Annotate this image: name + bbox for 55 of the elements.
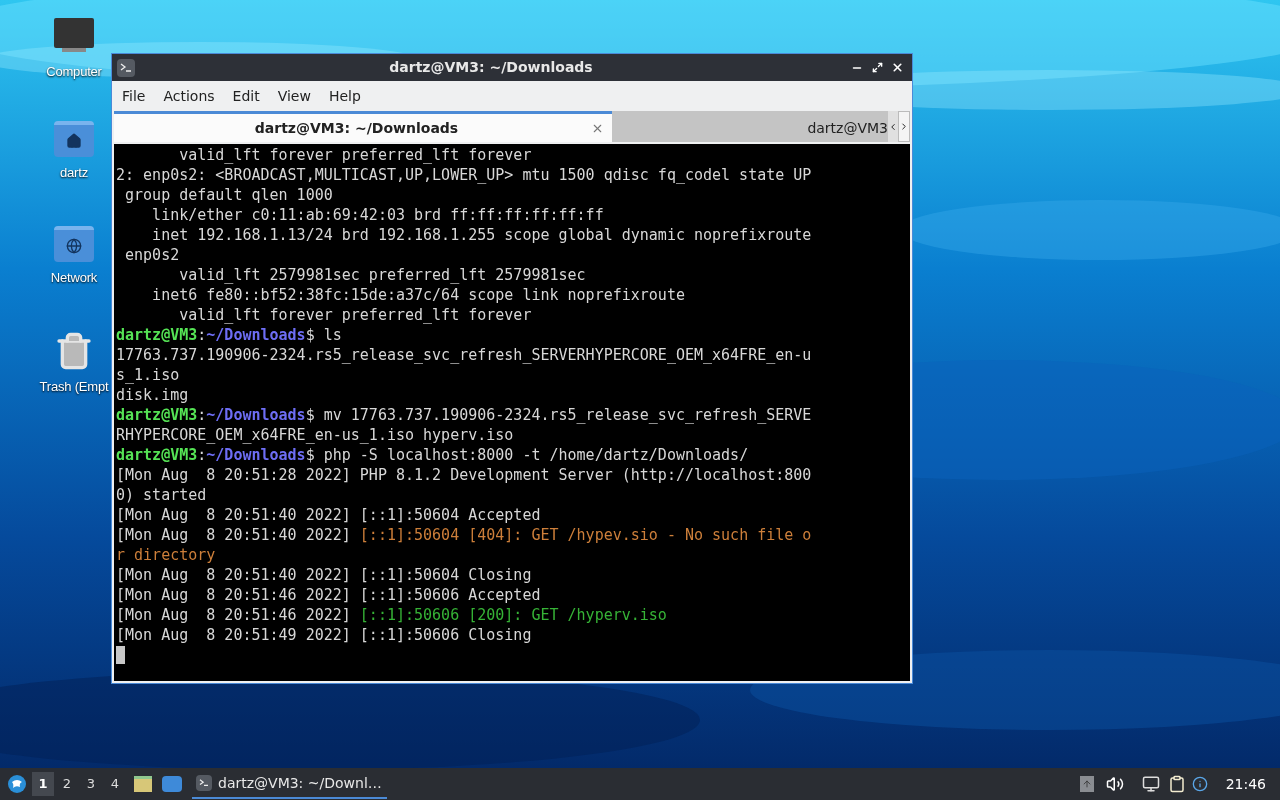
terminal-line: dartz@VM3:~/Downloads$ ls xyxy=(116,325,342,345)
workspace-button[interactable]: 2 xyxy=(56,772,78,796)
maximize-icon xyxy=(871,62,883,73)
volume-icon[interactable] xyxy=(1105,775,1124,793)
terminal-line: [Mon Aug 8 20:51:40 2022] [::1]:50604 Closing xyxy=(116,565,532,585)
terminal-line: 17763.737.190906-2324.rs5_release_svc_refresh_SERVERHYPERCORE_OEM_x64FRE_en-u xyxy=(116,345,812,365)
terminal-line: enp0s2 xyxy=(124,245,180,265)
terminal-line: RHYPERCORE_OEM_x64FRE_en-us_1.iso hyperv.iso xyxy=(116,425,514,445)
terminal-icon xyxy=(196,775,212,791)
terminal-line: valid_lft forever preferred_lft forever xyxy=(178,305,532,325)
clipboard-icon[interactable] xyxy=(1167,775,1186,793)
tab[interactable]: dartz@VM3 xyxy=(612,111,888,142)
menu-item[interactable]: Actions xyxy=(156,85,222,107)
desktop-icon-label[interactable]: Trash (Empt xyxy=(39,377,109,397)
menu-item[interactable]: Help xyxy=(321,85,368,107)
terminal-line: [Mon Aug 8 20:51:40 2022] [::1]:50604 [404]: GET /hypev.sio - No such file o xyxy=(116,525,812,545)
terminal-line: inet6 fe80::bf52:38fc:15de:a37c/64 scope link noprefixroute xyxy=(151,285,685,305)
close-icon xyxy=(890,61,904,74)
terminal-line: 2: enp0s2: <BROADCAST,MULTICAST,UP,LOWER_UP> mtu 1500 qdisc fq_codel state UP xyxy=(116,165,812,185)
terminal-line: 0) started xyxy=(116,485,207,505)
window-title: dartz@VM3: ~/Downloads xyxy=(388,58,594,77)
terminal-line: valid_lft 2579981sec preferred_lft 2579981sec xyxy=(178,265,586,285)
terminal-line: link/ether c0:11:ab:69:42:03 brd ff:ff:ff:ff:ff:ff xyxy=(151,205,604,225)
chevron-left-icon xyxy=(888,121,898,132)
terminal-line: [Mon Aug 8 20:51:46 2022] [::1]:50606 Accepted xyxy=(116,585,541,605)
terminal-line: r directory xyxy=(116,545,216,565)
workspace-button[interactable]: 1 xyxy=(32,772,54,796)
terminal-line: group default qlen 1000 xyxy=(124,185,333,205)
terminal-line: valid_lft forever preferred_lft forever xyxy=(178,145,532,165)
terminal-line: disk.img xyxy=(116,385,189,405)
terminal-line: [Mon Aug 8 20:51:49 2022] [::1]:50606 Closing xyxy=(116,625,532,645)
clock[interactable]: 21:46 xyxy=(1225,773,1266,795)
window-icon[interactable] xyxy=(162,776,182,792)
desktop-icon-label[interactable]: Network xyxy=(50,268,98,288)
terminal-line: [Mon Aug 8 20:51:40 2022] [::1]:50604 Accepted xyxy=(116,505,541,525)
terminal-line: s_1.iso xyxy=(116,365,180,385)
menu-item[interactable]: View xyxy=(270,85,318,107)
menu-item[interactable]: File xyxy=(115,85,153,107)
terminal-line: [Mon Aug 8 20:51:28 2022] PHP 8.1.2 Development Server (http://localhost:800 xyxy=(116,465,812,485)
tray-up-icon[interactable] xyxy=(1079,776,1094,792)
home-folder-icon xyxy=(54,121,94,157)
network-folder-icon xyxy=(54,226,94,262)
terminal-output[interactable] xyxy=(114,144,910,681)
tab[interactable]: dartz@VM3: ~/Downloads xyxy=(114,111,612,142)
task-button[interactable]: dartz@VM3: ~/Downl… xyxy=(192,769,387,799)
terminal-line: dartz@VM3:~/Downloads$ php -S localhost:8000 -t /home/dartz/Downloads/ xyxy=(116,445,749,465)
menu-item[interactable]: Edit xyxy=(225,85,267,107)
info-icon[interactable] xyxy=(1191,776,1208,792)
workspace-button[interactable]: 3 xyxy=(80,772,102,796)
terminal-line: [Mon Aug 8 20:51:46 2022] [::1]:50606 [200]: GET /hyperv.iso xyxy=(116,605,667,625)
chevron-right-icon xyxy=(899,121,909,132)
terminal-line: inet 192.168.1.13/24 brd 192.168.1.255 scope global dynamic noprefixroute xyxy=(151,225,812,245)
workspace-button[interactable]: 4 xyxy=(104,772,126,796)
terminal-line: dartz@VM3:~/Downloads$ mv 17763.737.190906-2324.rs5_release_svc_refresh_SERVE xyxy=(116,405,812,425)
terminal-icon xyxy=(117,58,135,77)
